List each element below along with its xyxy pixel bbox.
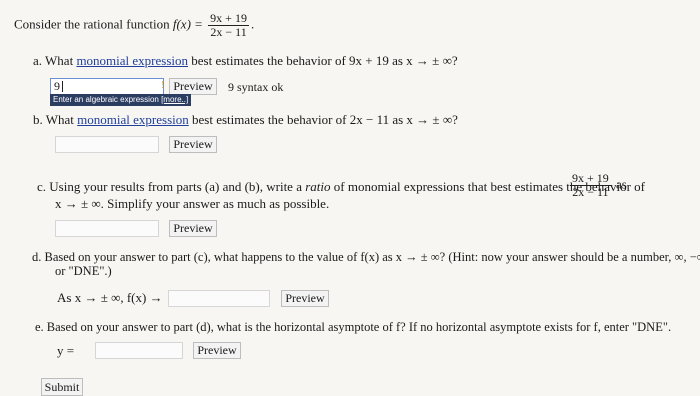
question-a-text: best estimates the behavior of 9x + 19 a… [191,53,458,68]
preview-button-b[interactable]: Preview [169,136,217,153]
as-word: as [616,176,627,192]
intro-line: Consider the rational function f(x) = 9x… [14,12,254,39]
question-d-line2: or "DNE".) [55,264,112,278]
answer-b-input[interactable] [55,136,159,153]
question-c-line2: x → ± ∞. Simplify your answer as much as… [55,196,330,211]
answer-a-value: 9 [54,79,60,93]
help-text: Enter an algebraic expression [53,95,159,104]
question-b: b. What monomial expression best estimat… [33,112,458,128]
preview-button-e[interactable]: Preview [193,342,241,359]
question-d-line1: d. Based on your answer to part (c), wha… [32,250,700,264]
warning-icon: ! [161,79,165,91]
intro-text: Consider the rational function [14,16,170,32]
answer-d-input[interactable] [168,290,270,307]
question-c-fraction: 9x + 19 2x − 11 [570,172,611,199]
question-c-fraction-wrap: 9x + 19 2x − 11 as [568,172,627,199]
answer-c-input[interactable] [55,220,159,237]
problem-page: Consider the rational function f(x) = 9x… [0,0,700,396]
question-e-text: e. Based on your answer to part (d), wha… [35,320,672,334]
fraction-denominator: 2x − 11 [572,185,609,199]
question-a: a. What monomial expression best estimat… [33,53,458,69]
question-b-text: best estimates the behavior of 2x − 11 a… [192,112,458,127]
function-label: f(x) = [172,16,203,32]
intro-fraction: 9x + 19 2x − 11 [208,12,249,39]
monomial-expression-link[interactable]: monomial expression [77,112,189,127]
question-c-text: c. Using your results from parts (a) and… [37,179,302,194]
fraction-denominator: 2x − 11 [210,25,247,39]
intro-period: . [250,16,255,32]
question-c-line1: c. Using your results from parts (a) and… [37,179,645,195]
question-a-prefix: a. What [33,53,74,68]
preview-button-d[interactable]: Preview [281,290,329,307]
input-help-tooltip[interactable]: Enter an algebraic expression [more..] [50,94,192,106]
preview-button-c[interactable]: Preview [169,220,217,237]
syntax-status: 9 syntax ok [228,80,284,94]
answer-d-label: As x → ± ∞, f(x) → [57,290,163,305]
question-b-prefix: b. What [33,112,74,127]
help-more-link[interactable]: [more..] [161,95,188,104]
fraction-numerator: 9x + 19 [570,171,611,186]
answer-e-input[interactable] [95,342,183,359]
answer-e-label: y = [57,343,75,358]
text-cursor [62,81,63,92]
answer-a-input[interactable]: 9 [50,78,164,95]
submit-button[interactable]: Submit [41,378,83,396]
fraction-numerator: 9x + 19 [208,11,249,26]
monomial-expression-link[interactable]: monomial expression [76,53,188,68]
preview-button-a[interactable]: Preview [169,78,217,95]
ratio-term: ratio [305,179,331,194]
